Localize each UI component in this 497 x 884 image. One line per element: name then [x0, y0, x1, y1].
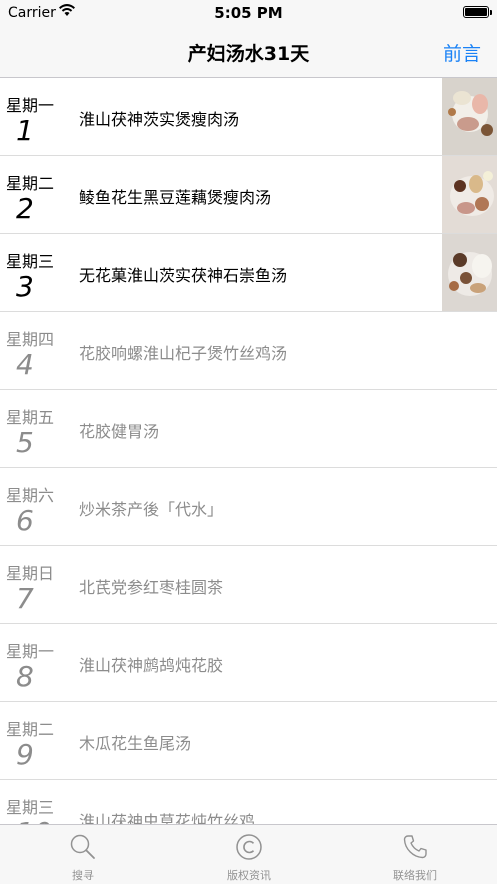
weekday-label: 星期一	[6, 642, 55, 661]
weekday-label: 星期四	[6, 330, 55, 349]
recipe-name: 炒米茶产後「代水」	[79, 500, 224, 519]
list-item[interactable]: 星期二 2 鲮鱼花生黑豆莲藕煲瘦肉汤	[0, 156, 497, 234]
battery-icon	[463, 6, 492, 18]
recipe-name: 花胶健胃汤	[79, 422, 160, 441]
copyright-icon	[236, 834, 262, 860]
day-number: 7	[16, 582, 34, 615]
weekday-label: 星期二	[6, 720, 55, 739]
recipe-thumbnail	[442, 78, 497, 155]
recipe-name: 淮山茯神虫草花炖竹丝鸡	[79, 812, 256, 824]
recipe-name: 木瓜花生鱼尾汤	[79, 734, 192, 753]
day-number: 6	[16, 504, 34, 537]
tab-label: 搜寻	[72, 869, 94, 882]
recipe-name: 花胶响螺淮山杞子煲竹丝鸡汤	[79, 344, 288, 363]
phone-icon	[403, 835, 427, 859]
tab-contact[interactable]: 联络我们	[332, 825, 497, 884]
list-item[interactable]: 星期二 9 木瓜花生鱼尾汤	[0, 702, 497, 780]
weekday-label: 星期日	[6, 564, 55, 583]
tab-copyright[interactable]: 版权资讯	[166, 825, 332, 884]
list-item[interactable]: 星期三 10 淮山茯神虫草花炖竹丝鸡	[0, 780, 497, 824]
weekday-label: 星期三	[6, 252, 55, 271]
clock: 5:05 PM	[214, 4, 283, 22]
day-number: 1	[16, 114, 34, 147]
weekday-label: 星期二	[6, 174, 55, 193]
list-item[interactable]: 星期五 5 花胶健胃汤	[0, 390, 497, 468]
list-item[interactable]: 星期一 8 淮山茯神鹧鸪炖花胶	[0, 624, 497, 702]
weekday-label: 星期五	[6, 408, 55, 427]
tab-bar: 搜寻 版权资讯 联络我们	[0, 824, 497, 884]
weekday-label: 星期六	[6, 486, 55, 505]
tab-search[interactable]: 搜寻	[0, 825, 166, 884]
preface-button[interactable]: 前言	[443, 39, 481, 66]
recipe-thumbnail	[442, 156, 497, 233]
list-item[interactable]: 星期六 6 炒米茶产後「代水」	[0, 468, 497, 546]
weekday-label: 星期三	[6, 798, 55, 817]
tab-label: 版权资讯	[227, 869, 271, 882]
navigation-bar: 产妇汤水31天 前言	[0, 26, 497, 78]
day-number: 4	[16, 348, 34, 381]
recipe-name: 淮山茯神茨实煲瘦肉汤	[79, 110, 240, 129]
day-number: 10	[16, 816, 52, 824]
recipe-name: 鲮鱼花生黑豆莲藕煲瘦肉汤	[79, 188, 272, 207]
list-item[interactable]: 星期三 3 无花菓淮山茨实茯神石崇鱼汤	[0, 234, 497, 312]
list-item[interactable]: 星期四 4 花胶响螺淮山杞子煲竹丝鸡汤	[0, 312, 497, 390]
day-number: 8	[16, 660, 34, 693]
list-item[interactable]: 星期一 1 淮山茯神茨实煲瘦肉汤	[0, 78, 497, 156]
search-icon	[70, 834, 95, 859]
day-number: 9	[16, 738, 34, 771]
recipe-name: 淮山茯神鹧鸪炖花胶	[79, 656, 224, 675]
day-number: 5	[16, 426, 34, 459]
weekday-label: 星期一	[6, 96, 55, 115]
list-item[interactable]: 星期日 7 北芪党参红枣桂圆茶	[0, 546, 497, 624]
recipe-name: 无花菓淮山茨实茯神石崇鱼汤	[79, 266, 288, 285]
tab-label: 联络我们	[393, 869, 437, 882]
recipe-name: 北芪党参红枣桂圆茶	[79, 578, 224, 597]
page-title: 产妇汤水31天	[187, 43, 310, 65]
day-number: 2	[16, 192, 34, 225]
recipe-thumbnail	[442, 234, 497, 311]
recipe-list[interactable]: 星期一 1 淮山茯神茨实煲瘦肉汤 星期二 2 鲮鱼花生黑豆莲藕煲瘦肉汤 星期三 …	[0, 78, 497, 824]
day-number: 3	[16, 270, 34, 303]
status-bar: Carrier 5:05 PM	[0, 0, 497, 26]
